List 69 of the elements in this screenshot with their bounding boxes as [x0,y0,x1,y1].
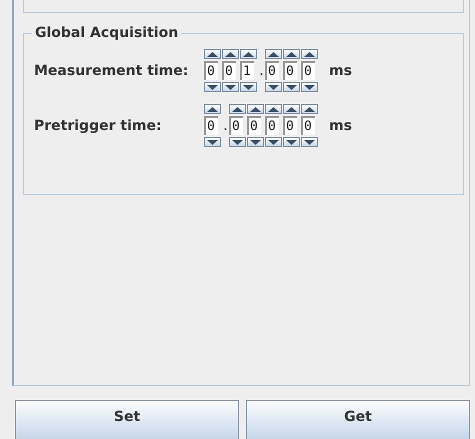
up-arrow-icon [232,106,243,112]
action-button[interactable]: Set [15,400,239,439]
increment-button[interactable] [240,49,257,59]
decrement-button[interactable] [265,137,282,147]
up-arrow-icon [207,52,218,56]
increment-button[interactable] [265,104,282,114]
digit-field[interactable]: 0 [265,116,279,135]
up-arrow-icon [250,106,261,112]
down-arrow-icon [304,140,315,144]
increment-button[interactable] [204,104,221,114]
increment-button[interactable] [247,104,264,114]
down-arrow-icon [207,84,218,90]
up-arrow-icon [268,52,279,56]
up-arrow-icon [243,52,254,56]
group-title: Global Acquisition [34,25,180,41]
digit-field[interactable]: 0 [204,116,218,135]
decrement-button[interactable] [265,82,282,92]
field-label: Measurement time: [34,62,190,78]
digit-field[interactable]: 0 [265,61,279,80]
increment-button[interactable] [283,104,300,114]
down-arrow-icon [250,140,261,144]
decrement-button[interactable] [229,137,246,147]
down-arrow-icon [304,84,315,90]
increment-button[interactable] [265,49,282,59]
decrement-button[interactable] [204,82,221,92]
increment-button[interactable] [204,49,221,59]
increment-button[interactable] [301,104,318,114]
decrement-button[interactable] [240,82,257,92]
down-arrow-icon [207,140,218,144]
decrement-button[interactable] [204,137,221,147]
up-arrow-icon [286,52,297,56]
decrement-button[interactable] [301,137,318,147]
decimal-point: . [223,118,228,134]
digit-field[interactable]: 0 [222,61,236,80]
unit-label: ms [329,118,352,134]
decrement-button[interactable] [283,137,300,147]
field-label: Pretrigger time: [34,118,163,134]
digit-field[interactable]: 0 [283,116,297,135]
increment-button[interactable] [229,104,246,114]
up-arrow-icon [304,52,315,56]
decimal-point: . [259,62,264,78]
up-arrow-icon [268,106,279,112]
down-arrow-icon [232,140,243,144]
increment-button[interactable] [301,49,318,59]
digit-field[interactable]: 0 [301,116,315,135]
up-arrow-icon [286,106,297,112]
up-arrow-icon [225,52,236,56]
digit-field[interactable]: 1 [240,61,254,80]
digit-field[interactable]: 0 [247,116,261,135]
unit-label: ms [329,62,352,78]
down-arrow-icon [243,84,254,90]
increment-button[interactable] [222,49,239,59]
decrement-button[interactable] [301,82,318,92]
decrement-button[interactable] [283,82,300,92]
increment-button[interactable] [283,49,300,59]
digit-field[interactable]: 0 [229,116,243,135]
up-arrow-icon [207,106,218,112]
down-arrow-icon [268,84,279,90]
down-arrow-icon [286,140,297,144]
digit-field[interactable]: 0 [204,61,218,80]
action-button[interactable]: Get [246,400,470,439]
decrement-button[interactable] [222,82,239,92]
down-arrow-icon [225,84,236,90]
down-arrow-icon [286,84,297,90]
up-arrow-icon [304,106,315,112]
down-arrow-icon [268,140,279,144]
digit-field[interactable]: 0 [283,61,297,80]
decrement-button[interactable] [247,137,264,147]
digit-field[interactable]: 0 [301,61,315,80]
